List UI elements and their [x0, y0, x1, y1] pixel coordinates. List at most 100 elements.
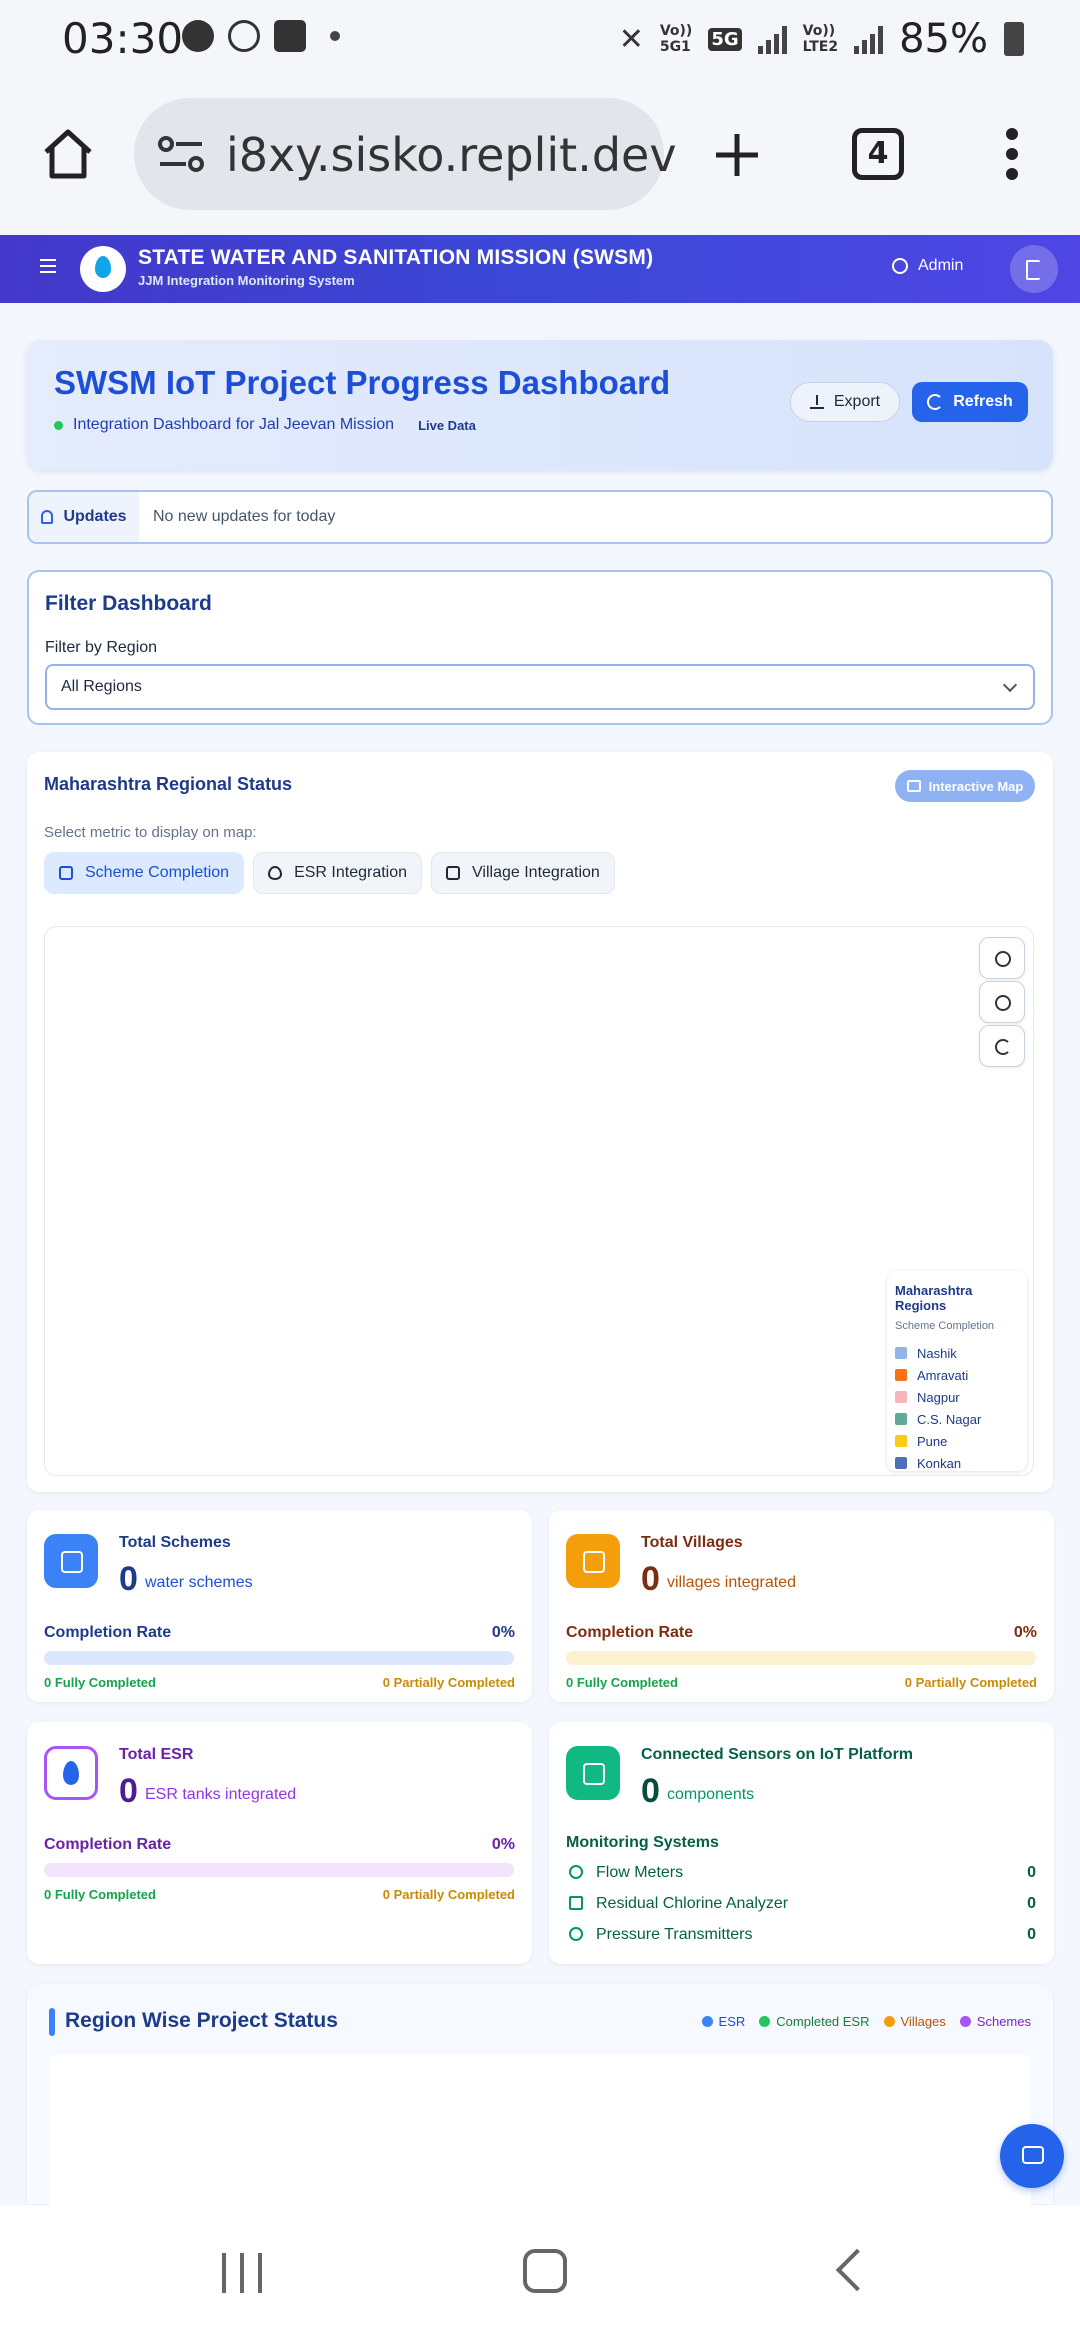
- legend-item: Nashik: [895, 1342, 1019, 1364]
- more-notifications-dot-icon: [330, 31, 340, 41]
- site-settings-icon[interactable]: [158, 136, 204, 172]
- legend-item: Completed ESR: [759, 2014, 870, 2029]
- water-drop-icon: [95, 256, 111, 278]
- refresh-button[interactable]: Refresh: [912, 382, 1028, 422]
- completion-rate-label: Completion Rate: [44, 1836, 172, 1853]
- legend-item: Amravati: [895, 1364, 1019, 1386]
- legend-dot: [959, 2016, 971, 2027]
- dashboard-subtitle: Integration Dashboard for Jal Jeevan Mis…: [73, 416, 395, 433]
- fully-completed-count: 0 Fully Completed: [44, 1887, 156, 1902]
- fully-completed-count: 0 Fully Completed: [44, 1675, 156, 1690]
- maharashtra-map[interactable]: Maharashtra Regions Scheme Completion Na…: [44, 926, 1034, 1476]
- completion-progress-bar: [44, 1863, 514, 1877]
- section-accent: [49, 2008, 55, 2036]
- legend-item: Schemes: [959, 2014, 1031, 2029]
- legend-item: C.S. Nagar: [895, 1408, 1019, 1430]
- swsm-logo: [80, 246, 126, 292]
- list-item: Residual Chlorine Analyzer 0: [566, 1893, 1036, 1917]
- droplet-icon: [268, 866, 283, 880]
- completion-progress-bar: [44, 1651, 514, 1665]
- export-button[interactable]: Export: [790, 382, 900, 422]
- legend-dot: [701, 2016, 713, 2027]
- tab-switcher-button[interactable]: 4: [852, 128, 904, 180]
- stat-value: 0: [641, 1560, 660, 1598]
- total-esr-card: Total ESR 0 ESR tanks integrated Complet…: [27, 1722, 532, 1964]
- bell-icon: [41, 510, 54, 524]
- zoom-in-button[interactable]: [979, 937, 1025, 979]
- map-title: Maharashtra Regional Status: [44, 774, 293, 794]
- legend-dot: [759, 2016, 771, 2027]
- signal-icon: [757, 24, 787, 54]
- cpu-chip-icon: [566, 1746, 620, 1800]
- legend-title: Maharashtra Regions: [895, 1283, 973, 1313]
- admin-label: Admin: [918, 257, 964, 274]
- fully-completed-count: 0 Fully Completed: [566, 1675, 678, 1690]
- water-tank-icon: [44, 1746, 98, 1800]
- gallery-icon: [274, 20, 306, 52]
- whatsapp-icon: [228, 20, 260, 52]
- legend-swatch: [895, 1413, 907, 1425]
- home-icon: [446, 866, 461, 880]
- legend-item: Nagpur: [895, 1386, 1019, 1408]
- more-vert-icon[interactable]: [1000, 126, 1024, 182]
- tab-scheme-completion[interactable]: Scheme Completion: [44, 852, 245, 894]
- back-button[interactable]: [835, 2248, 879, 2292]
- updates-bar: Updates No new updates for today: [27, 490, 1053, 544]
- notification-icons: [182, 20, 340, 52]
- interactive-map-badge: Interactive Map: [895, 770, 1035, 802]
- stat-label: Total ESR: [119, 1746, 194, 1763]
- chlorine-analyzer-icon: [569, 1896, 583, 1910]
- chat-button[interactable]: [1000, 2124, 1064, 2188]
- recent-apps-button[interactable]: [222, 2253, 262, 2293]
- signal-2-icon: [854, 24, 884, 54]
- logout-button[interactable]: [1010, 245, 1058, 293]
- tab-esr-integration[interactable]: ESR Integration: [253, 852, 423, 894]
- gear-icon: [892, 258, 908, 274]
- completion-rate-label: Completion Rate: [566, 1624, 694, 1641]
- git-branch-icon: [44, 1534, 98, 1588]
- tab-village-integration[interactable]: Village Integration: [431, 852, 615, 894]
- page-title: SWSM IoT Project Progress Dashboard: [54, 364, 671, 401]
- battery-icon: [1004, 22, 1024, 56]
- legend-swatch: [895, 1369, 907, 1381]
- volte-sim1: Vo)) 5G1: [659, 23, 693, 55]
- admin-settings-button[interactable]: Admin: [892, 257, 963, 275]
- completion-progress-bar: [566, 1651, 1036, 1665]
- map-legend: Maharashtra Regions Scheme Completion Na…: [887, 1271, 1027, 1471]
- filter-card: Filter Dashboard Filter by Region All Re…: [27, 570, 1053, 725]
- home-icon[interactable]: [40, 126, 96, 182]
- status-bar: 03:30 ✕ Vo)) 5G1 5G Vo)) LTE2 85%: [0, 0, 1080, 80]
- dashboard-subtitle-row: Integration Dashboard for Jal Jeevan Mis…: [54, 416, 476, 434]
- stat-label: Total Villages: [641, 1534, 743, 1551]
- new-tab-plus-icon[interactable]: [712, 130, 762, 180]
- regional-status-card: Maharashtra Regional Status Interactive …: [27, 752, 1053, 1492]
- reset-view-button[interactable]: [979, 1025, 1025, 1067]
- address-bar[interactable]: i8xy.sisko.replit.dev: [134, 98, 677, 210]
- stat-unit: components: [667, 1786, 755, 1803]
- total-villages-card: Total Villages 0 villages integrated Com…: [549, 1510, 1054, 1702]
- legend-item: Konkan: [895, 1452, 1019, 1474]
- zoom-out-button[interactable]: [979, 981, 1025, 1023]
- region-select[interactable]: All Regions: [45, 664, 1035, 710]
- url-text: i8xy.sisko.replit.dev: [226, 128, 677, 182]
- legend-swatch: [895, 1435, 907, 1447]
- stat-value: 0: [119, 1560, 138, 1598]
- updates-label: Updates: [29, 492, 139, 542]
- stat-unit: villages integrated: [667, 1574, 796, 1591]
- partially-completed-count: 0 Partially Completed: [904, 1675, 1037, 1690]
- stat-label: Total Schemes: [119, 1534, 231, 1551]
- home-button[interactable]: [523, 2249, 567, 2293]
- download-icon: [809, 395, 824, 409]
- stat-value: 0: [641, 1772, 660, 1810]
- region-filter-label: Filter by Region: [45, 639, 158, 656]
- region-chart-area: [49, 2054, 1031, 2214]
- menu-icon[interactable]: [40, 259, 56, 277]
- metric-label: Select metric to display on map:: [44, 824, 257, 841]
- connected-sensors-card: Connected Sensors on IoT Platform 0 comp…: [549, 1722, 1054, 1964]
- section-title: Region Wise Project Status: [65, 2009, 338, 2032]
- browser-toolbar: i8xy.sisko.replit.dev 4: [0, 80, 1080, 235]
- list-item: Flow Meters 0: [566, 1862, 1036, 1886]
- chart-legend: ESR Completed ESR Villages Schemes: [701, 2014, 1031, 2029]
- chevron-down-icon: [1002, 677, 1018, 693]
- dashboard-header-card: SWSM IoT Project Progress Dashboard Inte…: [27, 340, 1053, 470]
